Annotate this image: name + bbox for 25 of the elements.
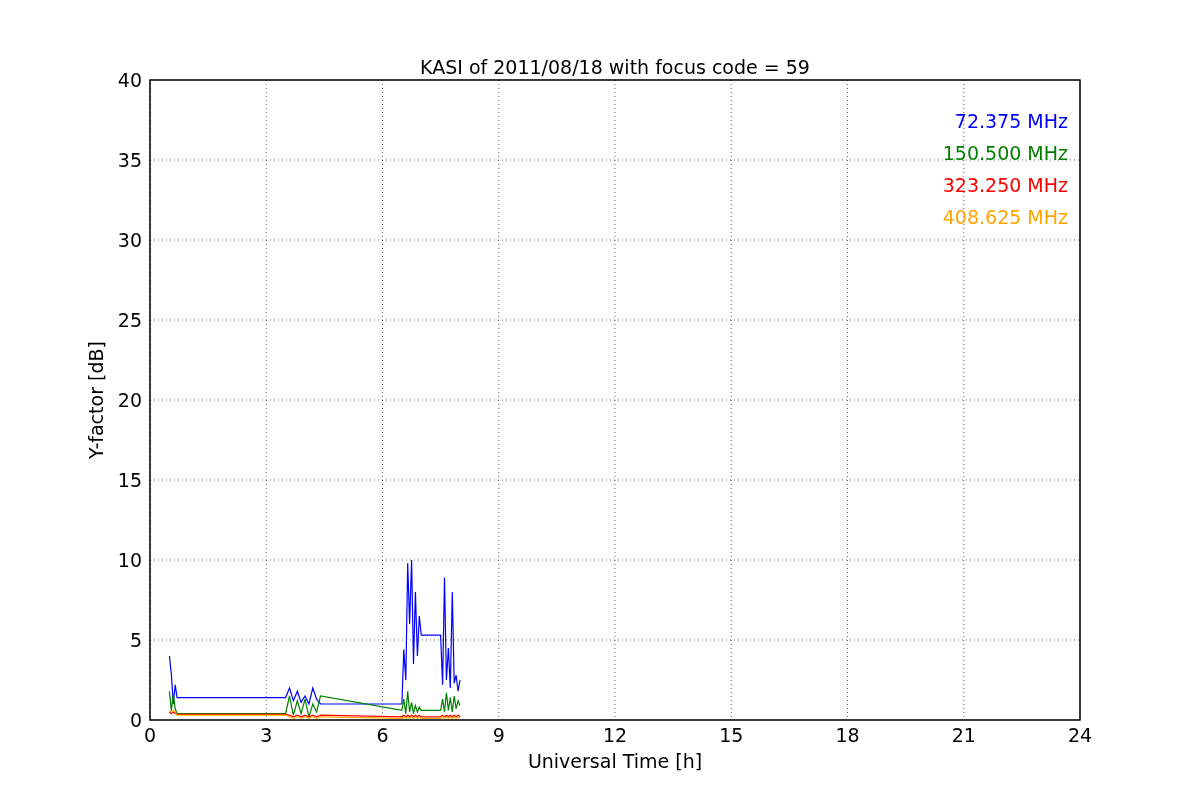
y-tick-label: 30 <box>117 229 142 251</box>
y-tick-label: 20 <box>117 389 142 411</box>
y-tick-label: 25 <box>117 309 142 331</box>
legend-label: 72.375 MHz <box>954 110 1068 132</box>
x-tick-label: 21 <box>951 724 976 746</box>
legend-label: 408.625 MHz <box>942 206 1068 228</box>
x-tick-label: 18 <box>835 724 860 746</box>
y-tick-label: 5 <box>129 629 142 651</box>
x-tick-label: 24 <box>1067 724 1093 746</box>
x-tick-label: 3 <box>260 724 273 746</box>
x-axis-label: Universal Time [h] <box>527 750 703 772</box>
x-tick-label: 6 <box>376 724 389 746</box>
legend-label: 150.500 MHz <box>942 142 1068 164</box>
y-tick-label: 15 <box>117 469 142 491</box>
chart-title: KASI of 2011/08/18 with focus code = 59 <box>420 56 810 78</box>
x-tick-label: 15 <box>719 724 744 746</box>
y-tick-label: 10 <box>117 549 142 571</box>
y-axis-label: Y-factor [dB] <box>85 341 107 459</box>
legend-label: 323.250 MHz <box>942 174 1068 196</box>
x-tick-label: 0 <box>143 724 157 746</box>
y-tick-label: 0 <box>129 709 142 731</box>
x-tick-label: 12 <box>602 724 628 746</box>
x-tick-label: 9 <box>492 724 505 746</box>
y-tick-label: 40 <box>117 69 142 91</box>
y-tick-label: 35 <box>117 149 142 171</box>
